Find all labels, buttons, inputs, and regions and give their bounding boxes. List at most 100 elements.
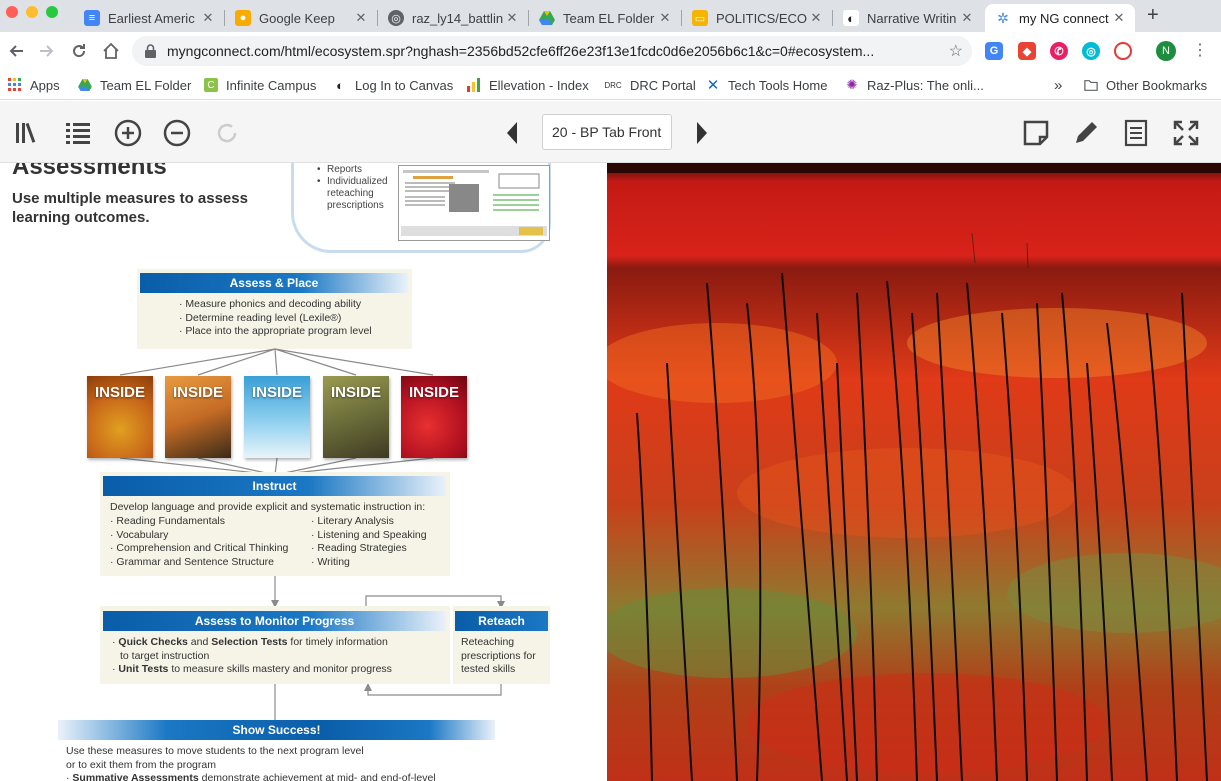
bookmark-drc-portal[interactable]: DRC DRC Portal bbox=[604, 75, 695, 95]
maximize-window-button[interactable] bbox=[46, 6, 58, 18]
previous-page-button[interactable] bbox=[496, 117, 528, 149]
show-success-heading: Show Success! bbox=[58, 720, 495, 740]
lock-icon bbox=[145, 44, 156, 58]
note-icon bbox=[1023, 120, 1049, 146]
notes-list-button[interactable] bbox=[1120, 117, 1152, 149]
google-translate-extension-icon[interactable]: G bbox=[985, 42, 1003, 60]
inside-book-cover-tiger: INSIDE bbox=[165, 376, 231, 458]
bookmark-label: Ellevation - Index bbox=[489, 77, 589, 93]
minimize-window-button[interactable] bbox=[26, 6, 38, 18]
page-selector[interactable]: 20 - BP Tab Front bbox=[542, 114, 672, 150]
triangle-right-icon bbox=[697, 122, 707, 144]
highlight-pen-button[interactable] bbox=[1070, 117, 1102, 149]
docs-icon: ≡ bbox=[84, 10, 100, 26]
bookmark-apps[interactable]: Apps bbox=[8, 75, 60, 95]
tab-raz-ly14[interactable]: ◎ raz_ly14_battlin ✕ bbox=[378, 4, 528, 32]
tab-title: POLITICS/ECON bbox=[716, 10, 808, 26]
tab-team-el-folder[interactable]: Team EL Folder ✕ bbox=[529, 4, 681, 32]
bookmark-tech-tools[interactable]: ✕ Tech Tools Home bbox=[706, 75, 828, 95]
bookmark-extension-icon[interactable]: ◆ bbox=[1018, 42, 1036, 60]
tab-politics-econ[interactable]: ▭ POLITICS/ECON ✕ bbox=[682, 4, 832, 32]
address-bar[interactable]: myngconnect.com/html/ecosystem.spr?nghas… bbox=[132, 36, 972, 66]
bookmarks-overflow-button[interactable]: » bbox=[1054, 75, 1062, 95]
close-window-button[interactable] bbox=[6, 6, 18, 18]
pencil-icon bbox=[1076, 122, 1097, 143]
bookmark-label: Team EL Folder bbox=[100, 77, 192, 93]
folder-icon bbox=[1084, 78, 1098, 92]
library-button[interactable] bbox=[12, 117, 44, 149]
tab-narrative-writing[interactable]: ◐ Narrative Writin ✕ bbox=[833, 4, 983, 32]
extension-red-ring-icon[interactable] bbox=[1114, 42, 1132, 60]
close-icon[interactable]: ✕ bbox=[1111, 10, 1127, 26]
bullet-continuation: to target instruction bbox=[120, 649, 210, 662]
plus-circle-icon bbox=[114, 119, 142, 147]
url-text: myngconnect.com/html/ecosystem.spr?nghas… bbox=[167, 43, 875, 59]
more-menu-icon[interactable]: ⋮ bbox=[1192, 40, 1208, 60]
drive-icon bbox=[78, 78, 92, 92]
book-title: INSIDE bbox=[172, 384, 223, 401]
bookmark-infinite-campus[interactable]: C Infinite Campus bbox=[204, 75, 316, 95]
inside-book-cover-frog: INSIDE bbox=[401, 376, 467, 458]
globe-icon: ◎ bbox=[388, 10, 404, 26]
profile-avatar[interactable]: N bbox=[1156, 41, 1176, 61]
browser-toolbar: myngconnect.com/html/ecosystem.spr?nghas… bbox=[0, 32, 1221, 70]
tab-my-ng-connect[interactable]: ✲ my NG connect ✕ bbox=[985, 4, 1135, 32]
bullet-item: · Comprehension and Critical Thinking bbox=[110, 542, 289, 554]
library-icon bbox=[16, 122, 36, 143]
book-title: INSIDE bbox=[94, 384, 145, 401]
table-of-contents-button[interactable] bbox=[62, 117, 94, 149]
bookmark-team-el-folder[interactable]: Team EL Folder bbox=[78, 75, 191, 95]
monitor-progress-bullets: · Quick Checks and Selection Tests for t… bbox=[112, 636, 392, 677]
reader-toolbar: 20 - BP Tab Front bbox=[0, 101, 1221, 163]
bookmark-label: Tech Tools Home bbox=[728, 77, 828, 93]
forward-button[interactable] bbox=[35, 39, 59, 63]
bullet-item: · Reading Fundamentals bbox=[110, 515, 225, 527]
tab-earliest-americ[interactable]: ≡ Earliest Americ ✕ bbox=[74, 4, 224, 32]
tab-strip: ≡ Earliest Americ ✕ ● Google Keep ✕ ◎ ra… bbox=[0, 0, 1221, 32]
bullet-item: · Writing bbox=[311, 555, 350, 568]
book-title: INSIDE bbox=[330, 384, 381, 401]
show-success-line: Use these measures to move students to t… bbox=[66, 745, 364, 757]
bookmark-star-icon[interactable]: ☆ bbox=[949, 41, 963, 61]
close-icon[interactable]: ✕ bbox=[959, 10, 975, 26]
reload-button[interactable] bbox=[67, 39, 91, 63]
instruct-left-list: · Reading Fundamentals · Vocabulary · Co… bbox=[110, 515, 288, 569]
instruct-intro: Develop language and provide explicit an… bbox=[110, 501, 426, 513]
book-page-left: Assessments Use multiple measures to ass… bbox=[0, 163, 607, 781]
close-icon[interactable]: ✕ bbox=[353, 10, 369, 26]
bookmark-label: Apps bbox=[30, 77, 60, 93]
close-icon[interactable]: ✕ bbox=[657, 10, 673, 26]
show-success-text: Use these measures to move students to t… bbox=[66, 745, 436, 781]
inside-book-cover-owl: INSIDE bbox=[323, 376, 389, 458]
new-tab-button[interactable]: + bbox=[1147, 4, 1159, 27]
back-button[interactable] bbox=[4, 39, 28, 63]
bullet-item: · Listening and Speaking bbox=[311, 528, 427, 541]
bookmark-raz-plus[interactable]: ✺ Raz-Plus: The onli... bbox=[845, 75, 984, 95]
slides-icon: ▭ bbox=[692, 10, 708, 26]
next-page-button[interactable] bbox=[686, 117, 718, 149]
bookmark-other-bookmarks[interactable]: Other Bookmarks bbox=[1084, 75, 1207, 95]
instruct-right-list: · Literary Analysis · Listening and Spea… bbox=[311, 515, 427, 569]
zoom-out-button[interactable] bbox=[161, 117, 193, 149]
bookmark-ellevation[interactable]: Ellevation - Index bbox=[467, 75, 589, 95]
inside-book-cover-seal: INSIDE bbox=[244, 376, 310, 458]
sticky-note-button[interactable] bbox=[1020, 117, 1052, 149]
close-icon[interactable]: ✕ bbox=[808, 10, 824, 26]
tab-title: Team EL Folder bbox=[563, 10, 655, 26]
close-icon[interactable]: ✕ bbox=[504, 10, 520, 26]
drive-icon bbox=[539, 10, 555, 26]
reeds-reflection-image bbox=[607, 163, 1221, 781]
confluence-icon: ✕ bbox=[706, 77, 720, 94]
extension-pink-icon[interactable]: ✆ bbox=[1050, 42, 1068, 60]
fullscreen-button[interactable] bbox=[1170, 117, 1202, 149]
tab-google-keep[interactable]: ● Google Keep ✕ bbox=[225, 4, 377, 32]
bookmark-label: Raz-Plus: The onli... bbox=[867, 77, 984, 93]
bullet-item: · Vocabulary bbox=[110, 528, 169, 541]
extension-teal-icon[interactable]: ◎ bbox=[1082, 42, 1100, 60]
bookmark-canvas[interactable]: ◐ Log In to Canvas bbox=[333, 75, 453, 95]
ellevation-icon bbox=[467, 78, 481, 92]
reset-zoom-button[interactable] bbox=[211, 117, 243, 149]
zoom-in-button[interactable] bbox=[112, 117, 144, 149]
close-icon[interactable]: ✕ bbox=[200, 10, 216, 26]
home-button[interactable] bbox=[99, 39, 123, 63]
